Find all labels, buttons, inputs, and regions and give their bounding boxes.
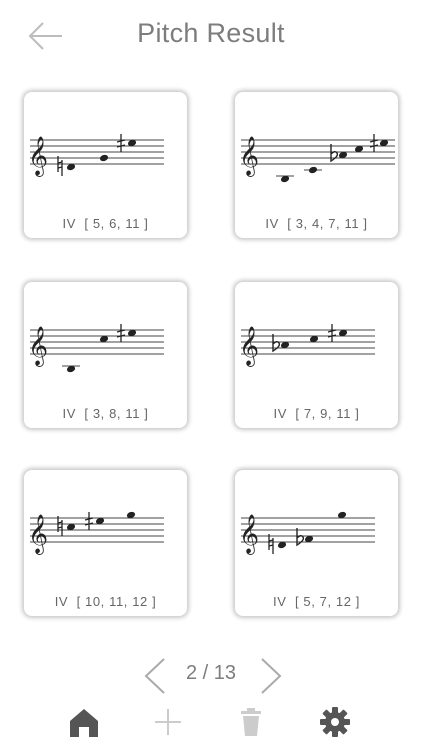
result-label: IV [ 3, 8, 11 ]: [62, 406, 149, 421]
bottom-toolbar: [0, 700, 422, 744]
treble-clef-icon: 𝄞: [239, 326, 259, 367]
next-page-button[interactable]: [256, 656, 286, 696]
result-label: IV [ 5, 7, 12 ]: [273, 594, 360, 609]
result-label: IV [ 3, 4, 7, 11 ]: [265, 216, 368, 231]
result-card-5[interactable]: 𝄞 IV [ 10, 11, 12 ]: [24, 470, 187, 616]
music-staff: 𝄞: [28, 511, 164, 555]
home-button[interactable]: [66, 704, 102, 740]
treble-clef-icon: 𝄞: [239, 136, 259, 177]
music-staff: 𝄞: [239, 134, 395, 183]
add-button[interactable]: [150, 704, 186, 740]
treble-clef-icon: 𝄞: [239, 514, 259, 555]
result-label: IV [ 10, 11, 12 ]: [54, 594, 157, 609]
treble-clef-icon: 𝄞: [28, 136, 48, 177]
result-card-1[interactable]: 𝄞 IV [ 5, 6, 11 ]: [24, 92, 187, 238]
music-staff: 𝄞: [28, 324, 164, 373]
treble-clef-icon: 𝄞: [28, 326, 48, 367]
result-label: IV [ 5, 6, 11 ]: [62, 216, 149, 231]
gear-icon: [320, 707, 350, 737]
home-icon: [70, 709, 98, 737]
result-card-4[interactable]: 𝄞 IV [ 7, 9, 11 ]: [235, 282, 398, 428]
settings-button[interactable]: [317, 704, 353, 740]
music-staff: 𝄞: [28, 134, 164, 177]
music-staff: 𝄞: [239, 511, 375, 555]
result-card-2[interactable]: 𝄞 IV [ 3, 4, 7, 11 ]: [235, 92, 398, 238]
plus-icon: [155, 709, 181, 735]
treble-clef-icon: 𝄞: [28, 514, 48, 555]
music-staff: 𝄞: [239, 324, 375, 367]
result-card-3[interactable]: 𝄞 IV [ 3, 8, 11 ]: [24, 282, 187, 428]
result-card-6[interactable]: 𝄞 IV [ 5, 7, 12 ]: [235, 470, 398, 616]
chevron-right-icon: [261, 658, 282, 694]
trash-icon: [241, 708, 261, 736]
page-indicator: 2 / 13: [185, 662, 237, 684]
result-grid: 𝄞 IV [ 5, 6, 11 ] 𝄞 IV [3, 4, 7, 11] 𝄞…: [0, 0, 422, 640]
pagination: 2 / 13: [0, 652, 422, 696]
delete-button[interactable]: [233, 704, 269, 740]
result-label: IV [ 7, 9, 11 ]: [273, 406, 360, 421]
